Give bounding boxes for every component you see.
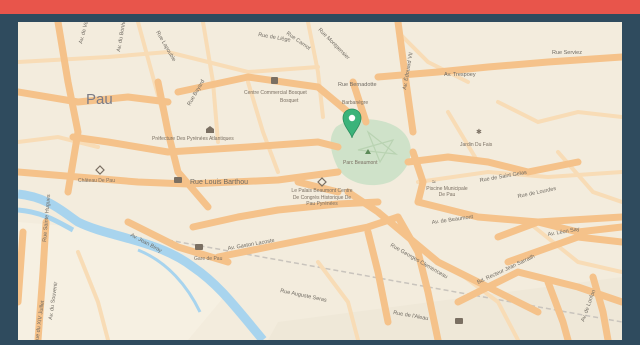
train-icon <box>195 244 203 250</box>
poi-label-piscine: Piscine Municipale De Pau <box>426 186 468 198</box>
top-banner <box>0 0 640 14</box>
government-building-icon <box>455 318 463 324</box>
poi-label-palais: Le Palais Beaumont Centre De Congrès His… <box>291 188 353 207</box>
poi-label-parc-beaumont: Parc Beaumont <box>343 160 378 166</box>
poi-label-jardin: Jardin Du Fais <box>460 142 493 148</box>
city-label: Pau <box>86 91 113 108</box>
location-pin-dot <box>348 114 356 122</box>
poi-label-gare: Gare de Pau <box>194 256 223 262</box>
street-label-rue-louis-barthou: Rue Louis Barthou <box>190 179 248 186</box>
poi-label-barbanegre: Barbanègre <box>342 100 368 106</box>
shopping-bag-icon <box>271 77 278 84</box>
poi-label-chateau: Château De Pau <box>78 178 115 184</box>
poi-label-centre-commercial: Centre Commercial Bosquet <box>244 90 307 96</box>
swimming-icon: ≈ <box>432 179 436 186</box>
poi-label-prefecture: Préfecture Des Pyrénées Atlantiques <box>152 136 234 142</box>
park-icon: ✱ <box>476 128 482 136</box>
street-label-rue-serviez: Rue Serviez <box>552 50 582 56</box>
street-label-av-trespoey: Av. Trespoey <box>444 72 476 78</box>
map-view[interactable]: Pau Av. de Verdun Av. du Bonheur Rue Lap… <box>18 22 622 340</box>
street-label-rue-bernadotte: Rue Bernadotte <box>338 82 377 88</box>
bus-icon <box>174 177 182 183</box>
map-canvas[interactable]: Pau Av. de Verdun Av. du Bonheur Rue Lap… <box>18 22 622 340</box>
poi-label-bosquet: Bosquet <box>280 98 299 104</box>
